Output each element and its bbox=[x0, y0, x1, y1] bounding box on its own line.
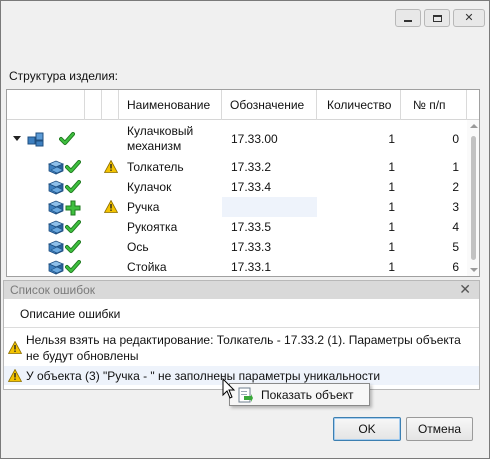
context-menu-label: Показать объект bbox=[261, 388, 354, 402]
maximize-button[interactable] bbox=[424, 9, 450, 27]
tree-row[interactable]: Стойка 17.33.1 1 6 bbox=[7, 257, 467, 276]
error-row[interactable]: Нельзя взять на редактирование: Толкател… bbox=[4, 329, 479, 365]
warning-icon bbox=[8, 369, 22, 382]
header-index[interactable]: № п/п bbox=[401, 90, 467, 120]
part-icon bbox=[47, 240, 65, 255]
part-icon bbox=[47, 200, 65, 215]
part-icon bbox=[47, 160, 65, 175]
check-icon bbox=[65, 260, 81, 273]
error-list-title: Список ошибок bbox=[10, 283, 96, 297]
item-name: Толкатель bbox=[127, 160, 184, 174]
header-status-column[interactable] bbox=[102, 90, 119, 120]
error-list-close-icon[interactable]: ✕ bbox=[459, 281, 471, 298]
item-quantity: 1 bbox=[388, 132, 395, 146]
check-icon bbox=[65, 160, 81, 173]
warning-icon bbox=[104, 200, 118, 213]
item-designation: 17.33.00 bbox=[231, 132, 278, 146]
header-tree-column[interactable] bbox=[7, 90, 85, 120]
error-text: Нельзя взять на редактирование: Толкател… bbox=[26, 333, 461, 363]
header-designation[interactable]: Обозначение bbox=[222, 90, 317, 120]
close-icon: ✕ bbox=[464, 11, 474, 24]
structure-label: Структура изделия: bbox=[9, 69, 119, 83]
item-index: 4 bbox=[452, 220, 459, 234]
expand-toggle-icon[interactable] bbox=[13, 136, 21, 141]
ok-button[interactable]: OK bbox=[333, 417, 401, 441]
item-name: Рукоятка bbox=[127, 220, 178, 234]
title-bar: ✕ bbox=[1, 1, 489, 31]
item-designation: 17.33.5 bbox=[231, 220, 272, 234]
error-column-label: Описание ошибки bbox=[20, 307, 121, 321]
check-icon bbox=[65, 240, 81, 253]
item-designation: 17.33.3 bbox=[231, 240, 272, 254]
header-warning-column[interactable] bbox=[85, 90, 102, 120]
scroll-down-icon[interactable] bbox=[470, 268, 478, 272]
item-index: 6 bbox=[452, 260, 459, 274]
check-icon bbox=[59, 132, 75, 145]
structure-tree[interactable]: Наименование Обозначение Количество № п/… bbox=[6, 89, 480, 277]
tree-row[interactable]: Ось 17.33.3 1 5 bbox=[7, 237, 467, 257]
item-index: 1 bbox=[452, 160, 459, 174]
error-column-header[interactable]: Описание ошибки bbox=[4, 300, 479, 328]
warning-icon bbox=[8, 341, 22, 354]
tree-row[interactable]: Рукоятка 17.33.5 1 4 bbox=[7, 217, 467, 237]
error-list-titlebar: Список ошибок ✕ bbox=[4, 281, 479, 299]
tree-row[interactable]: Кулачковый механизм 17.33.00 1 0 bbox=[7, 123, 467, 155]
item-index: 0 bbox=[452, 132, 459, 146]
item-designation: 17.33.2 bbox=[231, 160, 272, 174]
item-index: 5 bbox=[452, 240, 459, 254]
item-quantity: 1 bbox=[388, 200, 395, 214]
scroll-up-icon[interactable] bbox=[470, 124, 478, 128]
error-list-panel: Список ошибок ✕ Описание ошибки Нельзя в… bbox=[3, 280, 480, 390]
show-object-icon bbox=[238, 387, 253, 403]
item-quantity: 1 bbox=[388, 160, 395, 174]
item-quantity: 1 bbox=[388, 220, 395, 234]
item-name: Стойка bbox=[127, 260, 167, 274]
error-text: У объекта (3) "Ручка - " не заполнены па… bbox=[26, 369, 381, 383]
part-icon bbox=[47, 180, 65, 195]
header-quantity[interactable]: Количество bbox=[317, 90, 401, 120]
minimize-button[interactable] bbox=[395, 9, 421, 27]
item-quantity: 1 bbox=[388, 260, 395, 274]
tree-scrollbar[interactable] bbox=[467, 120, 479, 276]
context-menu: Показать объект bbox=[229, 383, 370, 406]
close-button[interactable]: ✕ bbox=[453, 9, 485, 27]
part-icon bbox=[47, 220, 65, 235]
tree-row[interactable]: Ручка 1 3 bbox=[7, 197, 467, 217]
item-name: Ручка bbox=[127, 200, 160, 214]
tree-header: Наименование Обозначение Количество № п/… bbox=[7, 90, 479, 120]
minimize-icon bbox=[404, 20, 412, 22]
part-icon bbox=[47, 260, 65, 275]
item-designation: 17.33.1 bbox=[231, 260, 272, 274]
plus-icon bbox=[65, 200, 81, 216]
tree-row[interactable]: Кулачок 17.33.4 1 2 bbox=[7, 177, 467, 197]
warning-icon bbox=[104, 160, 118, 173]
header-name[interactable]: Наименование bbox=[119, 90, 222, 120]
item-name: Кулачок bbox=[127, 180, 172, 194]
check-icon bbox=[65, 180, 81, 193]
item-designation bbox=[231, 197, 315, 217]
tree-row[interactable]: Толкатель 17.33.2 1 1 bbox=[7, 157, 467, 177]
item-name: Кулачковый механизм bbox=[127, 124, 194, 153]
item-quantity: 1 bbox=[388, 240, 395, 254]
assembly-icon bbox=[27, 132, 44, 147]
item-designation: 17.33.4 bbox=[231, 180, 272, 194]
item-index: 2 bbox=[452, 180, 459, 194]
item-name: Ось bbox=[127, 240, 149, 254]
item-quantity: 1 bbox=[388, 180, 395, 194]
item-index: 3 bbox=[452, 200, 459, 214]
scroll-thumb[interactable] bbox=[471, 136, 476, 260]
maximize-icon bbox=[432, 14, 442, 22]
dialog-window: ✕ Структура изделия: Наименование Обозна… bbox=[0, 0, 490, 459]
mouse-cursor-icon bbox=[222, 378, 236, 399]
check-icon bbox=[65, 220, 81, 233]
cancel-button[interactable]: Отмена bbox=[406, 417, 473, 441]
